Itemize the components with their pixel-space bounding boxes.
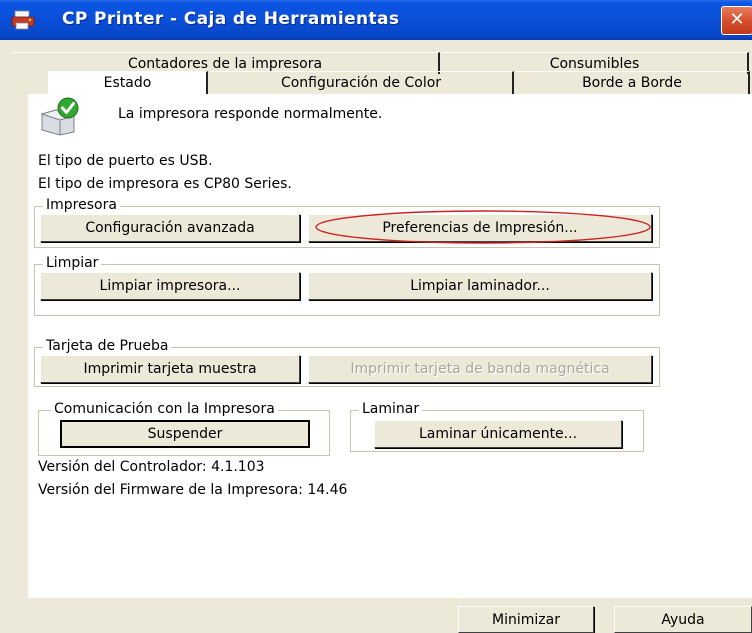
communication-group-title: Comunicación con la Impresora: [51, 401, 278, 417]
printer-group-title: Impresora: [43, 197, 120, 213]
tab-status[interactable]: Estado: [48, 71, 208, 95]
clean-group-title: Limpiar: [43, 255, 102, 271]
close-button[interactable]: ✕: [721, 6, 752, 35]
firmware-version-text: Versión del Firmware de la Impresora: 14…: [38, 482, 348, 498]
title-bar: CP Printer - Caja de Herramientas ✕: [0, 0, 752, 40]
print-magnetic-card-button[interactable]: Imprimir tarjeta de banda magnética: [308, 355, 652, 383]
status-message: La impresora responde normalmente.: [118, 106, 383, 122]
clean-laminator-button[interactable]: Limpiar laminador...: [308, 272, 652, 300]
tab-status-label: Estado: [103, 75, 152, 91]
print-preferences-button[interactable]: Preferencias de Impresión...: [308, 214, 652, 242]
laminate-group-title: Laminar: [359, 401, 423, 417]
tab-edge-to-edge-label: Borde a Borde: [582, 75, 682, 91]
tab-edge-to-edge[interactable]: Borde a Borde: [516, 71, 750, 95]
window-title: CP Printer - Caja de Herramientas: [62, 9, 400, 29]
test-card-group-title: Tarjeta de Prueba: [43, 338, 172, 354]
clean-printer-button[interactable]: Limpiar impresora...: [40, 272, 300, 300]
printer-app-icon: [11, 10, 35, 30]
tab-row-bottom: Estado Configuración de Color Borde a Bo…: [20, 71, 752, 95]
tab-counters-label: Contadores de la impresora: [127, 56, 323, 72]
advanced-config-button[interactable]: Configuración avanzada: [40, 214, 300, 242]
printer-ok-icon: [40, 97, 79, 136]
dialog-body: Contadores de la impresora Consumibles E…: [0, 40, 752, 633]
print-sample-card-button[interactable]: Imprimir tarjeta muestra: [40, 355, 300, 383]
tab-consumables-label: Consumibles: [549, 56, 640, 72]
port-type-text: El tipo de puerto es USB.: [38, 153, 213, 169]
driver-version-text: Versión del Controlador: 4.1.103: [38, 459, 265, 475]
tab-color-config-label: Configuración de Color: [280, 75, 442, 91]
close-icon: ✕: [729, 9, 745, 30]
help-button[interactable]: Ayuda: [614, 606, 752, 633]
suspend-button[interactable]: Suspender: [60, 420, 310, 448]
tab-color-config[interactable]: Configuración de Color: [210, 71, 514, 95]
minimize-button[interactable]: Minimizar: [458, 606, 594, 633]
laminate-only-button[interactable]: Laminar únicamente...: [374, 420, 622, 448]
printer-type-text: El tipo de impresora es CP80 Series.: [38, 176, 292, 192]
